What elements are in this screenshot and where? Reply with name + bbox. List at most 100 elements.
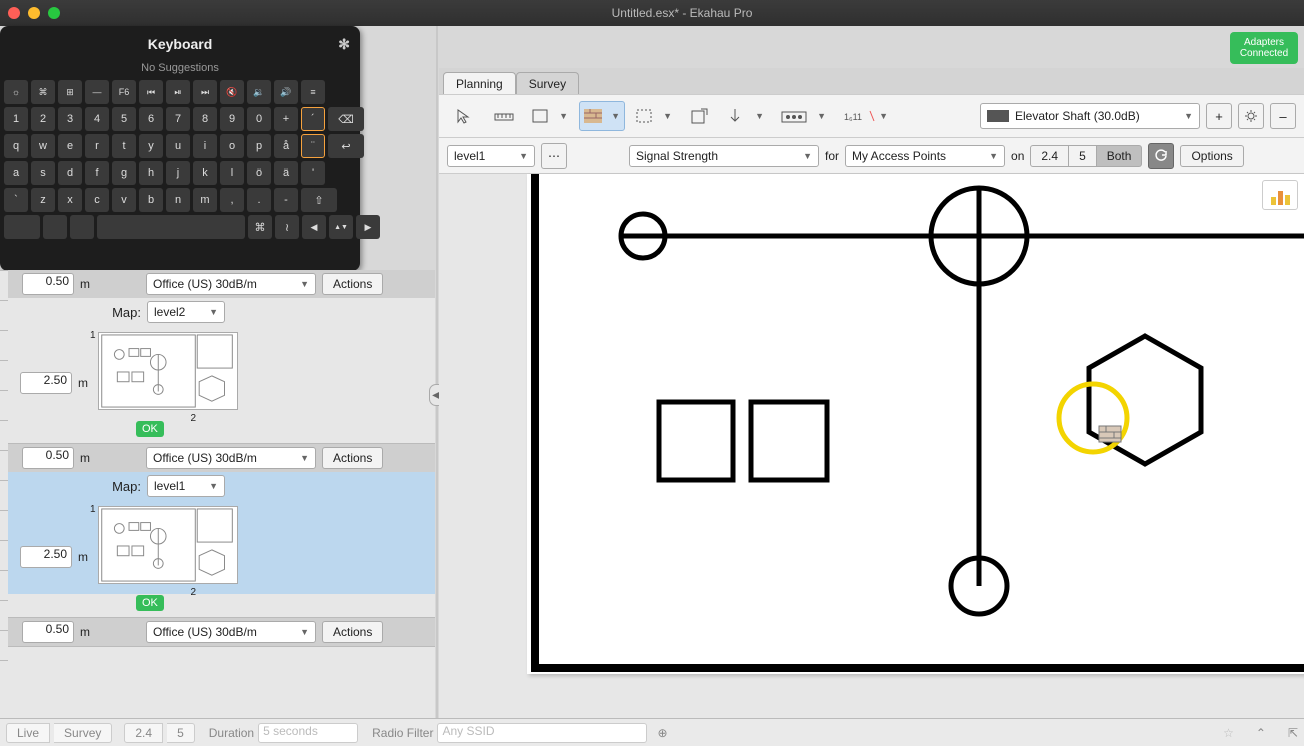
edit-tool-dropdown[interactable]: ▼ — [723, 101, 769, 131]
material-settings-button[interactable] — [1238, 103, 1264, 129]
key-d[interactable]: d — [58, 161, 82, 185]
key-updown[interactable]: ▲▼ — [329, 215, 353, 239]
key-apos[interactable]: ' — [301, 161, 325, 185]
key-6[interactable]: 6 — [139, 107, 163, 131]
key-period[interactable]: . — [247, 188, 271, 212]
bb-band-5[interactable]: 5 — [167, 723, 195, 743]
ap-tool-dropdown[interactable]: ▼ — [775, 101, 831, 131]
key-r[interactable]: r — [85, 134, 109, 158]
key-p[interactable]: p — [247, 134, 271, 158]
key-n[interactable]: n — [166, 188, 190, 212]
map-thumbnail[interactable] — [98, 332, 238, 410]
map-canvas[interactable] — [439, 174, 1304, 718]
options-button[interactable]: Options — [1180, 145, 1243, 167]
key-shift[interactable]: ⇧ — [301, 188, 337, 212]
zoom-in-icon[interactable]: ⊕ — [651, 723, 673, 743]
key-8[interactable]: 8 — [193, 107, 217, 131]
key-dash[interactable]: — — [85, 80, 109, 104]
key-2[interactable]: 2 — [31, 107, 55, 131]
ceiling-height-input[interactable]: 2.50 — [20, 372, 72, 394]
map-thumbnail[interactable] — [98, 506, 238, 584]
bb-survey[interactable]: Survey — [54, 723, 112, 743]
star-icon[interactable]: ☆ — [1223, 726, 1234, 740]
map-select[interactable]: level1▼ — [147, 475, 225, 497]
map-select[interactable]: level2▼ — [147, 301, 225, 323]
key-g[interactable]: g — [112, 161, 136, 185]
key-9[interactable]: 9 — [220, 107, 244, 131]
add-material-button[interactable]: + — [1206, 103, 1232, 129]
key-h[interactable]: h — [139, 161, 163, 185]
select-tool-icon[interactable] — [447, 101, 481, 131]
key-right[interactable]: ▶ — [356, 215, 380, 239]
key-vol-up[interactable]: 🔊 — [274, 80, 298, 104]
bb-band-24[interactable]: 2.4 — [124, 723, 163, 743]
key-blank2[interactable] — [43, 215, 67, 239]
key-f[interactable]: f — [85, 161, 109, 185]
band-5-button[interactable]: 5 — [1069, 145, 1097, 167]
key-0[interactable]: 0 — [247, 107, 271, 131]
key-cmd[interactable]: ⌘ — [248, 215, 272, 239]
floor-plan[interactable] — [527, 174, 1304, 674]
key-s[interactable]: s — [31, 161, 55, 185]
key-ae[interactable]: ä — [274, 161, 298, 185]
bb-live[interactable]: Live — [6, 723, 50, 743]
key-plus[interactable]: + — [274, 107, 298, 131]
key-left[interactable]: ◀ — [302, 215, 326, 239]
close-window-button[interactable] — [8, 7, 20, 19]
adapters-connected-button[interactable]: Adapters Connected — [1230, 32, 1298, 64]
floor-actions-button[interactable]: Actions — [322, 273, 383, 295]
key-menu[interactable]: ≡ — [301, 80, 325, 104]
key-j[interactable]: j — [166, 161, 190, 185]
key-7[interactable]: 7 — [166, 107, 190, 131]
key-opt[interactable]: ≀ — [275, 215, 299, 239]
key-mission[interactable]: ⌘ — [31, 80, 55, 104]
refresh-button[interactable] — [1148, 143, 1174, 169]
minimize-window-button[interactable] — [28, 7, 40, 19]
floor-material-select[interactable]: Office (US) 30dB/m▼ — [146, 273, 316, 295]
channel-tool-dropdown[interactable]: 1₆11▼ — [837, 101, 893, 131]
key-k[interactable]: k — [193, 161, 217, 185]
tab-planning[interactable]: Planning — [443, 72, 516, 94]
key-ao[interactable]: å — [274, 134, 298, 158]
key-vol-down[interactable]: 🔉 — [247, 80, 271, 104]
duration-select[interactable]: 5 seconds — [258, 723, 358, 743]
key-return[interactable]: ↩ — [328, 134, 364, 158]
key-4[interactable]: 4 — [85, 107, 109, 131]
key-space[interactable] — [97, 215, 245, 239]
key-w[interactable]: w — [31, 134, 55, 158]
key-z[interactable]: z — [31, 188, 55, 212]
key-mute[interactable]: 🔇 — [220, 80, 244, 104]
key-3[interactable]: 3 — [58, 107, 82, 131]
ceiling-height-input[interactable]: 2.50 — [20, 546, 72, 568]
key-backspace[interactable]: ⌫ — [328, 107, 364, 131]
key-blank1[interactable] — [4, 215, 40, 239]
key-u[interactable]: u — [166, 134, 190, 158]
area-tool-dropdown[interactable]: ▼ — [527, 101, 573, 131]
key-o[interactable]: o — [220, 134, 244, 158]
key-e[interactable]: e — [58, 134, 82, 158]
key-b[interactable]: b — [139, 188, 163, 212]
band-both-button[interactable]: Both — [1097, 145, 1143, 167]
radio-filter-select[interactable]: Any SSID — [437, 723, 647, 743]
wall-material-select[interactable]: Elevator Shaft (30.0dB) ▼ — [980, 103, 1200, 129]
collapse-up-icon[interactable]: ⌃ — [1256, 726, 1266, 740]
key-apps[interactable]: ⊞ — [58, 80, 82, 104]
key-a[interactable]: a — [4, 161, 28, 185]
key-play[interactable]: ⏯ — [166, 80, 190, 104]
key-oe[interactable]: ö — [247, 161, 271, 185]
zoom-window-button[interactable] — [48, 7, 60, 19]
scale-tool-icon[interactable] — [487, 101, 521, 131]
floor-thickness-input[interactable]: 0.50 — [22, 621, 74, 643]
key-umlaut[interactable]: ¨ — [301, 134, 325, 158]
key-brightness[interactable]: ☼ — [4, 80, 28, 104]
key-5[interactable]: 5 — [112, 107, 136, 131]
key-prev[interactable]: ⏮ — [139, 80, 163, 104]
key-i[interactable]: i — [193, 134, 217, 158]
key-y[interactable]: y — [139, 134, 163, 158]
key-c[interactable]: c — [85, 188, 109, 212]
key-q[interactable]: q — [4, 134, 28, 158]
key-v[interactable]: v — [112, 188, 136, 212]
key-m[interactable]: m — [193, 188, 217, 212]
band-24-button[interactable]: 2.4 — [1030, 145, 1069, 167]
floor-options-button[interactable]: ⋯ — [541, 143, 567, 169]
